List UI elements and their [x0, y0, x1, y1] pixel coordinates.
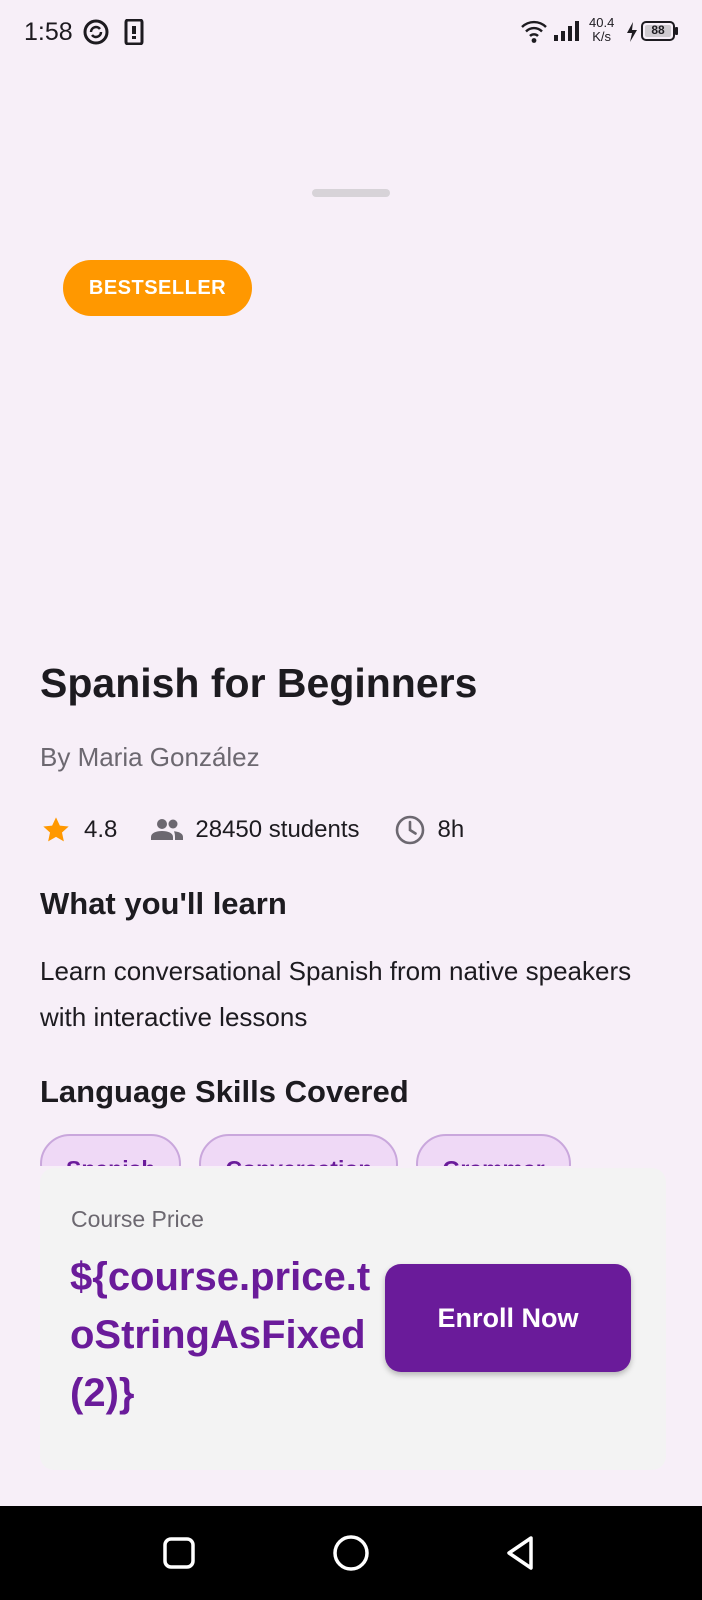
students-count: 28450 students — [195, 816, 360, 843]
battery-icon: 88 — [641, 20, 679, 47]
back-icon[interactable] — [503, 1533, 539, 1578]
network-speed-unit: K/s — [592, 29, 612, 44]
duration-item: 8h — [394, 814, 465, 846]
navigation-bar — [0, 1506, 702, 1600]
network-speed-value: 40.4 — [589, 15, 615, 30]
home-icon[interactable] — [331, 1533, 371, 1578]
students-item: 28450 students — [149, 814, 360, 846]
rating-item: 4.8 — [40, 814, 117, 846]
price-label: Course Price — [71, 1206, 204, 1232]
clock-icon — [394, 814, 426, 846]
status-bar: 1:58 40.4 K/s 88 — [0, 0, 702, 64]
skill-chip-label: Conversation — [225, 1156, 372, 1166]
course-title: Spanish for Beginners — [40, 660, 478, 706]
people-icon — [149, 814, 185, 846]
network-speed: 40.4 K/s — [589, 16, 614, 44]
bestseller-badge: BESTSELLER — [63, 260, 252, 316]
wifi-icon — [520, 18, 548, 49]
skills-chip-row: Spanish Conversation Grammar — [40, 1134, 589, 1166]
price-panel: Course Price ${course.price.toStringAsFi… — [40, 1168, 666, 1470]
skill-chip[interactable]: Grammar — [416, 1134, 571, 1166]
skills-heading: Language Skills Covered — [40, 1074, 409, 1109]
enroll-now-button[interactable]: Enroll Now — [385, 1264, 631, 1372]
star-icon — [40, 814, 72, 846]
learn-heading: What you'll learn — [40, 886, 287, 921]
status-time: 1:58 — [24, 18, 73, 46]
skill-chip-label: Grammar — [442, 1156, 544, 1166]
signal-icon — [553, 20, 581, 47]
sim-card-icon — [124, 18, 144, 50]
rating-value: 4.8 — [84, 816, 118, 843]
skill-chip[interactable]: Spanish — [40, 1134, 182, 1166]
battery-level: 88 — [651, 23, 665, 37]
course-description: Learn conversational Spanish from native… — [40, 956, 632, 1032]
charging-icon — [625, 21, 639, 48]
recent-apps-icon[interactable] — [161, 1533, 197, 1578]
sync-icon — [83, 19, 109, 50]
sheet-drag-handle[interactable] — [312, 189, 390, 197]
course-meta-row: 4.8 28450 students 8h — [40, 810, 464, 850]
duration-value: 8h — [437, 816, 465, 843]
skill-chip[interactable]: Conversation — [199, 1134, 399, 1166]
course-author: By Maria González — [40, 742, 260, 772]
skill-chip-label: Spanish — [66, 1156, 155, 1166]
price-value: ${course.price.toStringAsFixed(2)} — [70, 1255, 371, 1415]
